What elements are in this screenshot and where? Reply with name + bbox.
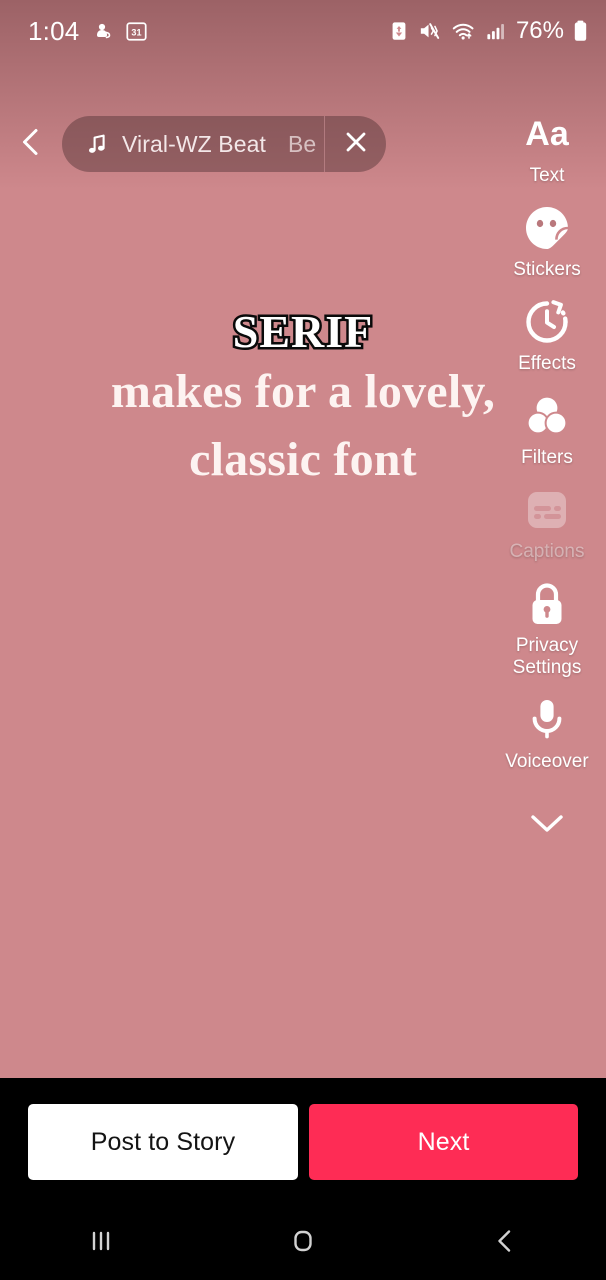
tool-stickers[interactable]: Stickers xyxy=(488,202,606,281)
back-nav-button[interactable] xyxy=(404,1206,606,1280)
captions-icon xyxy=(521,484,573,536)
status-clock: 1:04 xyxy=(28,15,80,46)
bottom-action-bar: Post to Story Next xyxy=(0,1078,606,1206)
tool-filters-label: Filters xyxy=(521,447,573,468)
text-aa-icon: Aa xyxy=(521,108,573,160)
app-notification-icon xyxy=(90,19,114,43)
status-bar: 1:04 31 76% xyxy=(0,0,606,62)
phone-screen: SERIF makes for a lovely, classic font 1… xyxy=(0,0,606,1280)
home-icon xyxy=(288,1226,318,1261)
tool-privacy-settings[interactable]: Privacy Settings xyxy=(488,578,606,679)
android-navigation-bar xyxy=(0,1206,606,1280)
close-x-icon xyxy=(342,128,370,161)
chevron-left-icon xyxy=(14,125,48,164)
back-button[interactable] xyxy=(0,116,62,172)
music-clear-button[interactable] xyxy=(324,116,386,172)
post-to-story-button[interactable]: Post to Story xyxy=(28,1104,298,1180)
home-button[interactable] xyxy=(202,1206,404,1280)
tool-voiceover-label: Voiceover xyxy=(505,751,589,772)
wifi-icon xyxy=(451,20,476,42)
music-title-marquee-tail: Be xyxy=(288,130,317,157)
status-bar-right: 76% xyxy=(389,17,588,45)
svg-text:31: 31 xyxy=(132,27,142,37)
status-bar-left: 1:04 31 xyxy=(28,16,148,47)
microphone-icon xyxy=(521,694,573,746)
tool-stickers-label: Stickers xyxy=(513,259,581,280)
tool-text[interactable]: Aa Text xyxy=(488,108,606,187)
music-selection-pill[interactable]: Viral-WZ Beat Be xyxy=(62,116,387,172)
mute-vibrate-icon xyxy=(418,20,442,42)
back-icon xyxy=(491,1227,519,1260)
svg-text:Aa: Aa xyxy=(525,115,570,153)
recents-icon xyxy=(86,1227,116,1260)
calendar-31-icon: 31 xyxy=(125,20,148,43)
music-title-label: Viral-WZ Beat xyxy=(122,130,267,157)
battery-percent-label: 76% xyxy=(515,17,564,44)
sticker-face-icon xyxy=(521,202,573,254)
cellular-signal-icon xyxy=(485,20,507,42)
tool-voiceover[interactable]: Voiceover xyxy=(488,694,606,773)
filters-circles-icon xyxy=(521,390,573,442)
recents-button[interactable] xyxy=(0,1206,202,1280)
tool-effects[interactable]: Effects xyxy=(488,296,606,375)
clock-effects-icon xyxy=(521,296,573,348)
editor-tool-rail: Aa Text Stickers Effects Filters Caption… xyxy=(488,108,606,852)
chevron-down-icon xyxy=(528,810,566,841)
collapse-tool-rail-button[interactable] xyxy=(488,798,606,852)
tool-effects-label: Effects xyxy=(518,353,576,374)
tool-privacy-settings-label: Privacy Settings xyxy=(512,635,582,678)
battery-icon xyxy=(573,19,588,43)
tool-captions[interactable]: Captions xyxy=(488,484,606,563)
lock-icon xyxy=(521,578,573,630)
tool-captions-label: Captions xyxy=(509,541,585,562)
next-button[interactable]: Next xyxy=(309,1104,578,1180)
tool-filters[interactable]: Filters xyxy=(488,390,606,469)
tool-text-label: Text xyxy=(529,165,565,186)
battery-saver-icon xyxy=(389,20,409,42)
music-note-icon xyxy=(62,131,122,157)
